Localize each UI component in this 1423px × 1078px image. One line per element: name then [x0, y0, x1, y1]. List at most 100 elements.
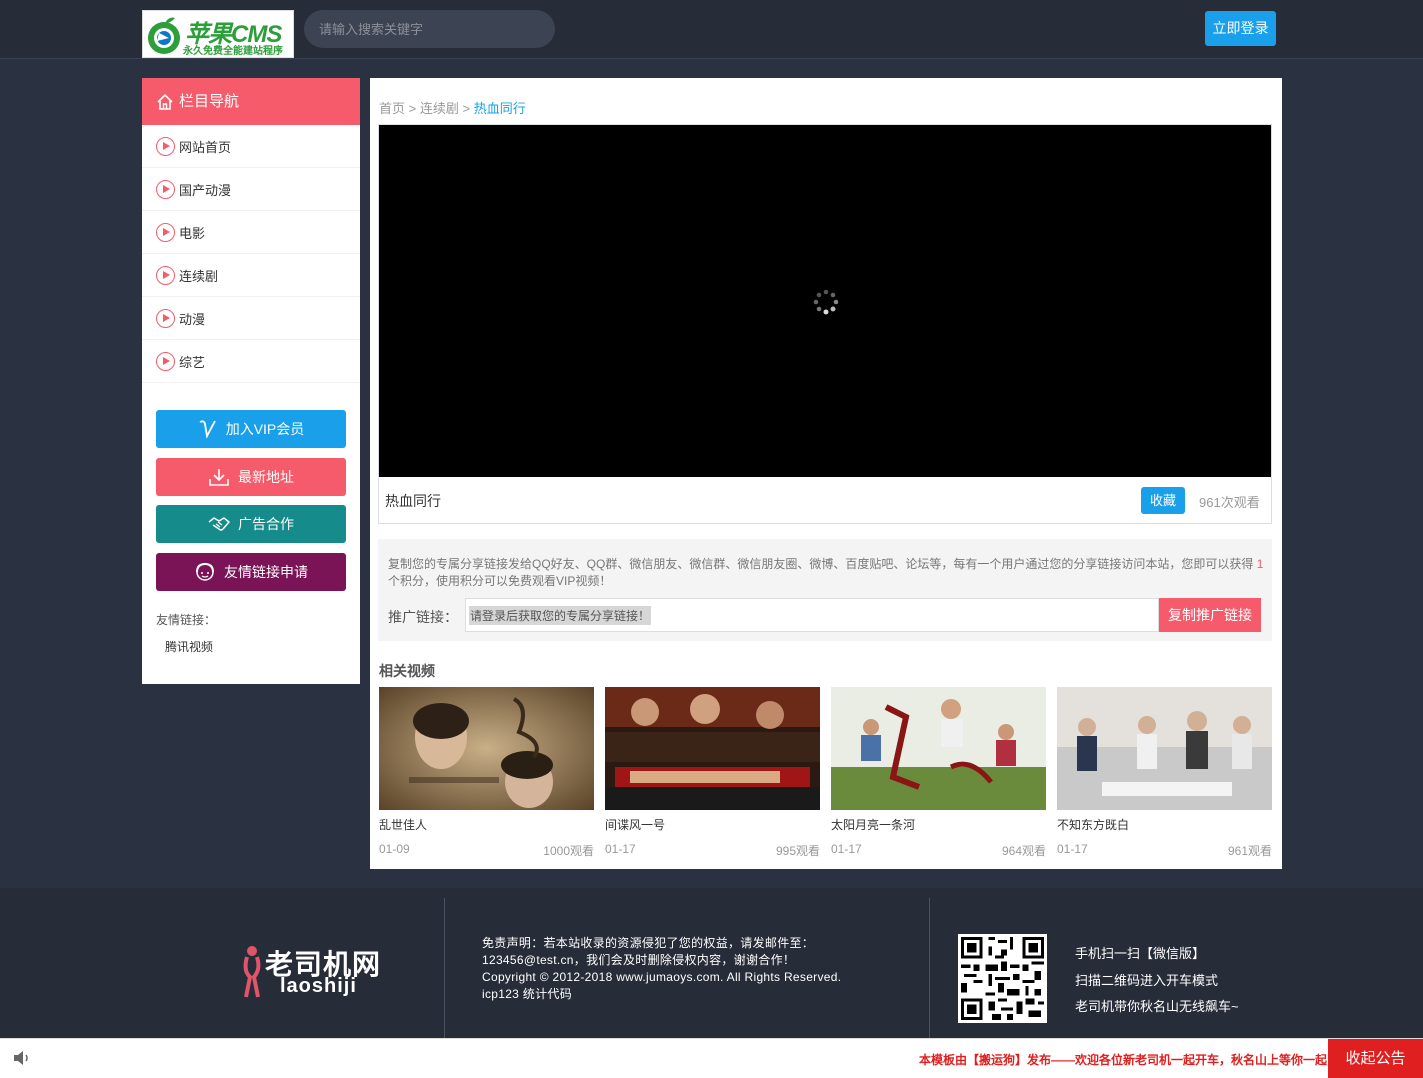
breadcrumb-separator: > — [462, 101, 471, 116]
download-icon — [209, 469, 229, 486]
related-video-item[interactable]: 间谍风一号 01-17 995观看 — [605, 687, 820, 859]
footer-mobile-info: 手机扫一扫【微信版】 扫描二维码进入开车模式 老司机带你秋名山无线飙车~ — [1075, 943, 1239, 1023]
footer: 老司机网 laoshiji 免责声明：若本站收录的资源侵犯了您的权益，请发邮件至… — [0, 888, 1423, 1038]
share-desc-text: 复制您的专属分享链接发给QQ好友、QQ群、微信朋友、微信群、微信朋友圈、微博、百… — [388, 557, 1254, 571]
player-info-bar: 热血同行 收藏 961次观看 — [379, 477, 1271, 523]
header: 苹果CMS 永久免费全能建站程序 立即登录 — [0, 0, 1423, 59]
sidebar-title: 栏目导航 — [179, 93, 240, 110]
login-button[interactable]: 立即登录 — [1205, 11, 1276, 46]
video-thumbnail[interactable] — [605, 687, 820, 810]
sidebar-item-label: 电影 — [179, 225, 206, 241]
join-vip-label: 加入VIP会员 — [225, 421, 305, 437]
video-thumbnail[interactable] — [379, 687, 594, 810]
related-video-item[interactable]: 不知东方既白 01-17 961观看 — [1057, 687, 1272, 859]
video-player[interactable] — [379, 125, 1271, 477]
footer-logo: 老司机网 laoshiji — [240, 941, 385, 1001]
friend-link-apply-label: 友情链接申请 — [224, 564, 308, 580]
sidebar: 栏目导航 网站首页 国产动漫 电影 连续剧 动漫 综艺 加入VIP会员 最新地址 — [142, 78, 360, 684]
loading-spinner-icon — [813, 289, 839, 315]
sidebar-item-label: 连续剧 — [179, 268, 219, 284]
related-video-name[interactable]: 乱世佳人 — [379, 816, 594, 833]
mobile-info-line: 手机扫一扫【微信版】 — [1075, 946, 1206, 961]
copyright-text: Copyright © 2012-2018 www.jumaoys.com. A… — [482, 970, 842, 984]
sidebar-item-home[interactable]: 网站首页 — [142, 125, 360, 168]
play-circle-icon — [156, 222, 175, 242]
player-box: 热血同行 收藏 961次观看 — [378, 124, 1272, 524]
copy-share-link-button[interactable]: 复制推广链接 — [1159, 598, 1261, 632]
search-input[interactable] — [304, 10, 555, 48]
share-panel: 复制您的专属分享链接发给QQ好友、QQ群、微信朋友、微信群、微信朋友圈、微博、百… — [378, 539, 1272, 641]
video-thumbnail[interactable] — [1057, 687, 1272, 810]
disclaimer-line: 免责声明：若本站收录的资源侵犯了您的权益，请发邮件至： — [482, 936, 815, 950]
notice-bar: 本模板由【搬运狗】发布——欢迎各位新老司机一起开车，秋名山上等你一起 收起公告 — [0, 1038, 1423, 1078]
handshake-icon — [208, 517, 230, 531]
breadcrumb-category[interactable]: 连续剧 — [420, 101, 459, 116]
logo-figure-icon — [243, 946, 261, 998]
latest-address-label: 最新地址 — [238, 469, 294, 485]
close-notice-button[interactable]: 收起公告 — [1328, 1039, 1423, 1078]
sidebar-item-variety[interactable]: 综艺 — [142, 340, 360, 383]
share-points: 1 — [1256, 557, 1264, 571]
related-video-meta: 01-17 964观看 — [831, 842, 1046, 859]
share-description: 复制您的专属分享链接发给QQ好友、QQ群、微信朋友、微信群、微信朋友圈、微博、百… — [388, 556, 1268, 590]
sidebar-item-label: 综艺 — [179, 354, 206, 370]
related-video-meta: 01-09 1000观看 — [379, 842, 594, 859]
notice-marquee: 本模板由【搬运狗】发布——欢迎各位新老司机一起开车，秋名山上等你一起 — [919, 1053, 1328, 1067]
related-video-name[interactable]: 太阳月亮一条河 — [831, 816, 1046, 833]
related-video-meta: 01-17 995观看 — [605, 842, 820, 859]
sidebar-item-label: 动漫 — [179, 311, 206, 327]
play-circle-icon — [156, 308, 175, 328]
footer-divider — [444, 898, 445, 1038]
related-video-views: 1000观看 — [543, 844, 594, 858]
share-desc-text-2: 个积分，使用积分可以免费观看VIP视频！ — [388, 574, 612, 588]
friend-link-tencent[interactable]: 腾讯视频 — [165, 638, 213, 655]
related-video-views: 995观看 — [775, 844, 820, 858]
breadcrumb-current: 热血同行 — [473, 101, 526, 116]
vip-v-icon — [199, 420, 216, 439]
icp-text: icp123 统计代码 — [482, 987, 572, 1001]
related-video-name[interactable]: 不知东方既白 — [1057, 816, 1272, 833]
related-video-date: 01-17 — [831, 842, 862, 856]
related-video-item[interactable]: 乱世佳人 01-09 1000观看 — [379, 687, 594, 859]
related-video-views: 961观看 — [1227, 844, 1272, 858]
latest-address-button[interactable]: 最新地址 — [156, 458, 346, 496]
related-video-meta: 01-17 961观看 — [1057, 842, 1272, 859]
main-content: 首页 > 连续剧 > 热血同行 热血同行 收藏 961次观看 复制您的专属分享链… — [370, 78, 1282, 869]
sidebar-header: 栏目导航 — [142, 78, 360, 125]
logo-tagline: 永久免费全能建站程序 — [183, 46, 283, 57]
mobile-info-line: 老司机带你秋名山无线飙车~ — [1075, 999, 1239, 1014]
related-videos-title: 相关视频 — [379, 663, 435, 679]
share-link-field[interactable]: 请登录后获取您的专属分享链接！ — [465, 598, 1159, 632]
footer-logo-en: laoshiji — [280, 975, 357, 997]
related-video-item[interactable]: 太阳月亮一条河 01-17 964观看 — [831, 687, 1046, 859]
qr-code — [958, 934, 1047, 1023]
join-vip-button[interactable]: 加入VIP会员 — [156, 410, 346, 448]
support-headset-icon — [196, 562, 214, 581]
friend-links-title: 友情链接： — [156, 613, 217, 627]
sidebar-item-label: 国产动漫 — [179, 182, 232, 198]
video-thumbnail[interactable] — [831, 687, 1046, 810]
view-count: 961次观看 — [1199, 495, 1260, 510]
friend-link-apply-button[interactable]: 友情链接申请 — [156, 553, 346, 591]
sidebar-item-anime[interactable]: 动漫 — [142, 297, 360, 340]
related-video-name[interactable]: 间谍风一号 — [605, 816, 820, 833]
sidebar-item-domestic-anime[interactable]: 国产动漫 — [142, 168, 360, 211]
related-video-date: 01-17 — [1057, 842, 1088, 856]
sidebar-item-series[interactable]: 连续剧 — [142, 254, 360, 297]
play-circle-icon — [156, 351, 175, 371]
share-link-label: 推广链接： — [388, 609, 458, 625]
speaker-icon[interactable] — [12, 1049, 32, 1067]
sidebar-item-movie[interactable]: 电影 — [142, 211, 360, 254]
play-circle-icon — [156, 179, 175, 199]
play-circle-icon — [156, 265, 175, 285]
ad-cooperation-button[interactable]: 广告合作 — [156, 505, 346, 543]
related-video-views: 964观看 — [1001, 844, 1046, 858]
site-logo[interactable]: 苹果CMS 永久免费全能建站程序 — [142, 10, 294, 58]
breadcrumb-home[interactable]: 首页 — [379, 101, 405, 116]
footer-disclaimer: 免责声明：若本站收录的资源侵犯了您的权益，请发邮件至： 123456@test.… — [482, 935, 841, 1003]
favorite-button[interactable]: 收藏 — [1141, 487, 1185, 514]
share-link-value: 请登录后获取您的专属分享链接！ — [469, 605, 652, 625]
ad-cooperation-label: 广告合作 — [238, 516, 294, 532]
mobile-info-line: 扫描二维码进入开车模式 — [1075, 972, 1219, 988]
sidebar-item-label: 网站首页 — [179, 139, 232, 155]
